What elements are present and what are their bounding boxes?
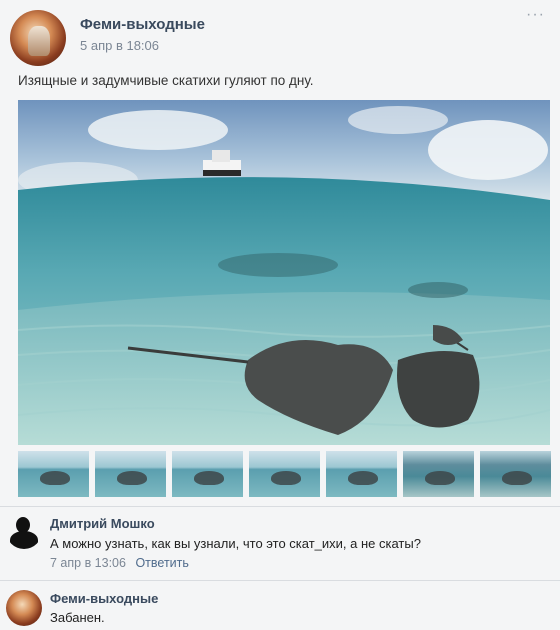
thumbnail[interactable] [95, 451, 166, 497]
comment-author[interactable]: Дмитрий Мошко [50, 516, 155, 531]
main-photo[interactable] [18, 100, 550, 445]
post-text: Изящные и задумчивые скатихи гуляют по д… [18, 73, 314, 88]
thumbnail[interactable] [480, 451, 551, 497]
thumbnail[interactable] [18, 451, 89, 497]
post-date[interactable]: 5 апр в 18:06 [80, 38, 159, 53]
thumbnail[interactable] [403, 451, 474, 497]
comment-text: А можно узнать, как вы узнали, что это с… [50, 536, 421, 551]
photo-thumbnails [18, 451, 552, 497]
divider [0, 506, 560, 507]
post-author[interactable]: Феми-выходные [80, 16, 205, 33]
thumbnail[interactable] [249, 451, 320, 497]
comment-date[interactable]: 7 апр в 13:06 [50, 556, 126, 570]
thumbnail[interactable] [172, 451, 243, 497]
person-silhouette-icon[interactable] [6, 513, 42, 549]
more-options-icon[interactable]: ··· [526, 6, 545, 24]
reply-link[interactable]: Ответить [135, 556, 188, 570]
comment-text: Забанен. [50, 610, 105, 625]
comment-author[interactable]: Феми-выходные [50, 591, 158, 606]
community-avatar-icon[interactable] [6, 590, 42, 626]
post-card: Феми-выходные 5 апр в 18:06 ··· Изящные … [0, 0, 560, 630]
community-avatar-icon[interactable] [10, 10, 66, 66]
comment-meta: 7 апр в 13:06 Ответить [50, 556, 189, 570]
thumbnail[interactable] [326, 451, 397, 497]
divider [0, 580, 560, 581]
